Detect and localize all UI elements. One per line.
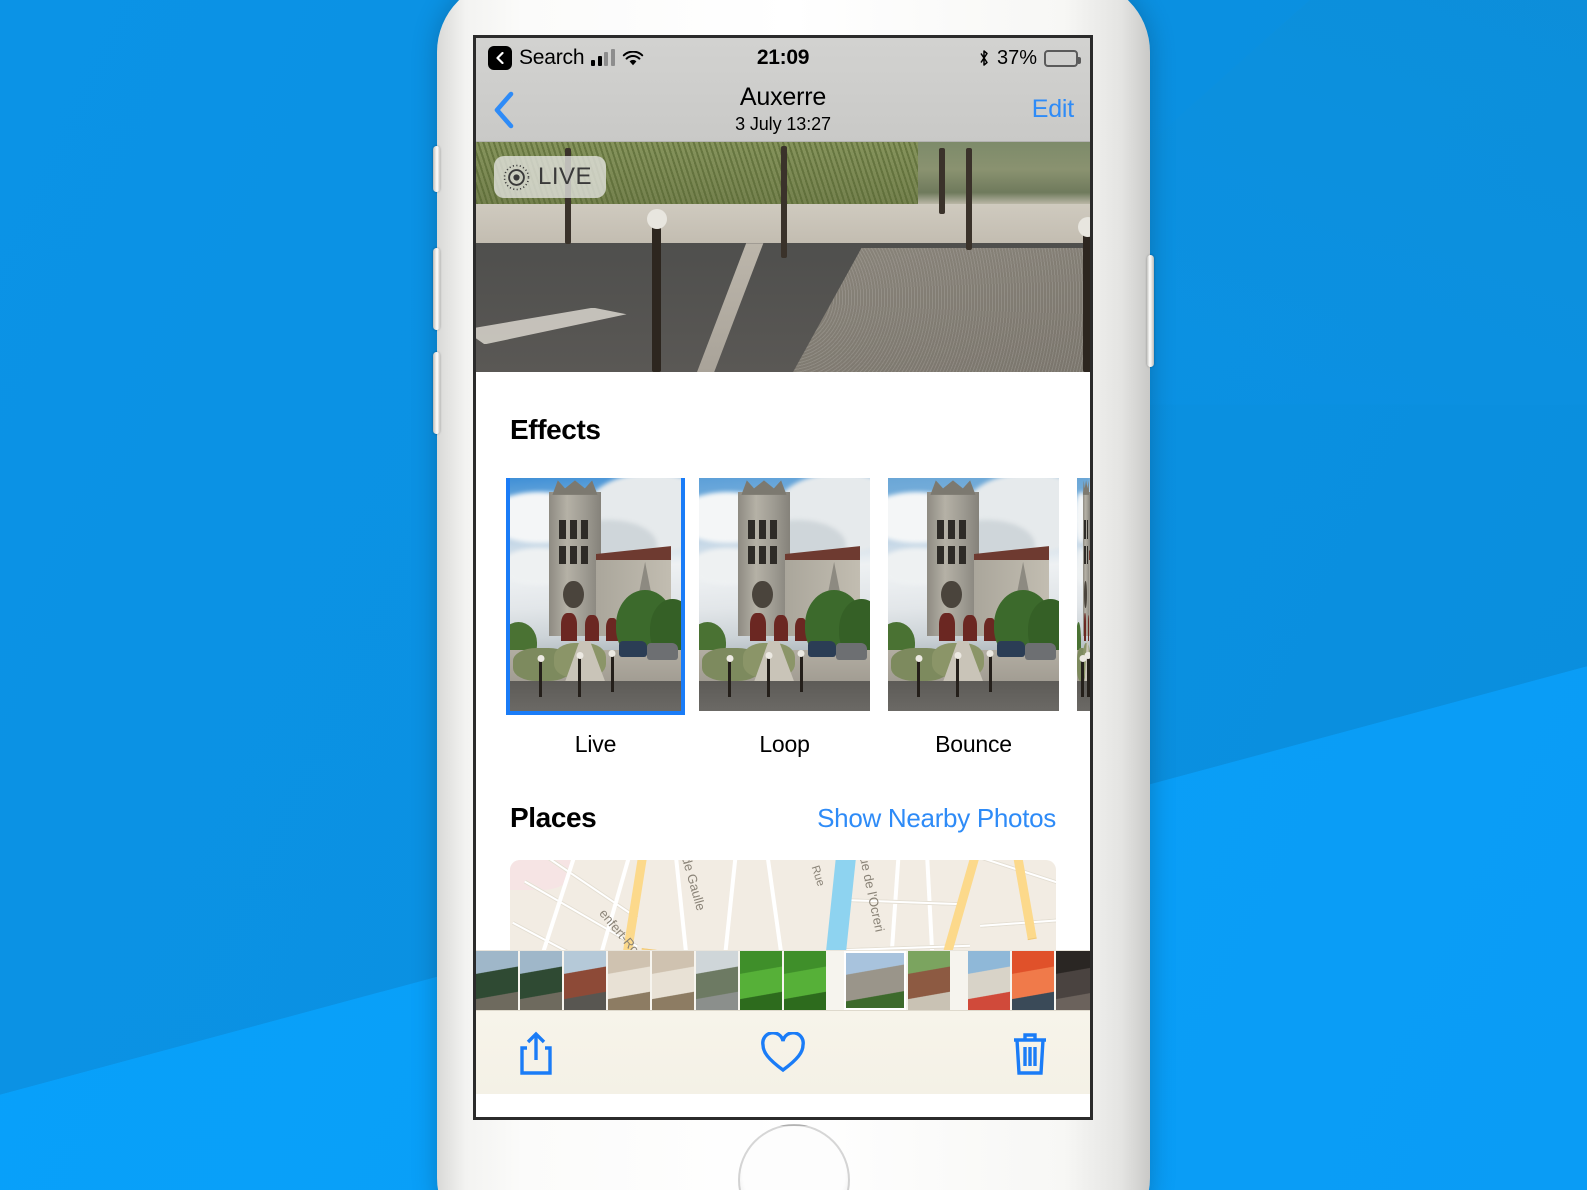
filmstrip-thumbnail[interactable] <box>908 951 950 1010</box>
cellular-signal-icon <box>591 49 615 66</box>
nav-title-group: Auxerre 3 July 13:27 <box>476 84 1090 134</box>
photo-pole-2 <box>781 146 787 258</box>
map-road <box>765 860 783 952</box>
photo-datetime: 3 July 13:27 <box>735 113 831 134</box>
trash-icon <box>1014 1032 1046 1075</box>
effects-section-header: Effects <box>476 372 1090 446</box>
back-button[interactable] <box>492 90 526 130</box>
effect-option-bounce[interactable]: Bounce <box>888 478 1059 758</box>
battery-percent-label: 37% <box>996 46 1037 69</box>
detail-scroll-area[interactable]: Effects Live Loop Bounce Places Show Nea… <box>476 372 1090 1010</box>
filmstrip-thumbnail[interactable] <box>740 951 782 1010</box>
status-bar: Search 21:09 37% <box>476 38 1090 78</box>
effect-thumbnail[interactable] <box>506 478 685 715</box>
live-photo-badge[interactable]: LIVE <box>494 156 607 198</box>
phone-screen: Search 21:09 37% Auxerre 3 July 13:27 Ed… <box>473 35 1093 1120</box>
filmstrip-thumbnail[interactable] <box>844 951 906 1010</box>
places-section-header: Places Show Nearby Photos <box>476 802 1090 834</box>
filmstrip-thumbnail[interactable] <box>784 951 826 1010</box>
map-label-4: Rue de l'Ocreri <box>854 860 888 934</box>
photo-preview[interactable]: LIVE <box>476 142 1090 372</box>
photo-bollard-2 <box>1083 232 1090 372</box>
photo-pole-3 <box>939 148 945 214</box>
filmstrip-gap <box>828 951 842 1010</box>
show-nearby-photos-link[interactable]: Show Nearby Photos <box>817 803 1056 834</box>
share-button[interactable] <box>516 1030 556 1076</box>
filmstrip-thumbnail[interactable] <box>652 951 694 1010</box>
edit-button[interactable]: Edit <box>1032 95 1074 124</box>
navigation-bar: Auxerre 3 July 13:27 Edit <box>476 78 1090 142</box>
map-label-1: de Gaulle <box>678 860 709 913</box>
battery-icon <box>1044 49 1081 67</box>
filmstrip-thumbnail[interactable] <box>968 951 1010 1010</box>
bottom-toolbar <box>476 1010 1090 1094</box>
effect-thumbnail[interactable] <box>1077 478 1090 711</box>
live-photo-label: LIVE <box>538 163 593 190</box>
effects-carousel[interactable]: Live Loop Bounce <box>476 478 1090 758</box>
filmstrip-thumbnail[interactable] <box>564 951 606 1010</box>
effect-thumbnail[interactable] <box>699 478 870 711</box>
favorite-button[interactable] <box>760 1031 806 1074</box>
effect-label: Live <box>574 731 617 757</box>
filmstrip-thumbnail[interactable] <box>1012 951 1054 1010</box>
filmstrip-gap <box>952 951 966 1010</box>
effect-option-partial[interactable] <box>1077 478 1090 758</box>
volume-up-button[interactable] <box>433 248 440 330</box>
bluetooth-icon <box>978 49 990 67</box>
photo-filmstrip[interactable] <box>476 950 1090 1010</box>
filmstrip-thumbnail[interactable] <box>520 951 562 1010</box>
map-road <box>722 860 738 964</box>
effects-heading: Effects <box>510 414 601 445</box>
filmstrip-thumbnail[interactable] <box>476 951 518 1010</box>
effect-thumbnail[interactable] <box>888 478 1059 711</box>
page-title: Auxerre <box>739 83 827 112</box>
back-to-app-icon[interactable] <box>488 46 512 70</box>
filmstrip-thumbnail[interactable] <box>1056 951 1090 1010</box>
effect-option-loop[interactable]: Loop <box>699 478 870 758</box>
effect-option-live[interactable]: Live <box>506 478 685 758</box>
places-heading: Places <box>510 802 597 833</box>
filmstrip-thumbnail[interactable] <box>608 951 650 1010</box>
photo-bollard-1 <box>652 224 661 372</box>
silent-switch[interactable] <box>433 146 440 192</box>
filmstrip-thumbnail[interactable] <box>696 951 738 1010</box>
home-button[interactable] <box>737 1124 850 1190</box>
iphone-device: Search 21:09 37% Auxerre 3 July 13:27 Ed… <box>433 0 1154 1190</box>
power-button[interactable] <box>1147 255 1154 367</box>
photo-pole-4 <box>966 148 972 250</box>
volume-down-button[interactable] <box>433 352 440 434</box>
effect-label: Loop <box>759 731 810 757</box>
map-road <box>839 897 961 907</box>
status-bar-back-label[interactable]: Search <box>519 46 585 70</box>
share-icon <box>520 1031 552 1075</box>
live-photo-icon <box>503 164 530 191</box>
wifi-icon <box>622 50 644 66</box>
status-bar-right: 37% <box>978 46 1081 70</box>
delete-button[interactable] <box>1010 1030 1050 1076</box>
heart-icon <box>761 1031 805 1072</box>
map-road <box>979 916 1056 928</box>
status-bar-left[interactable]: Search <box>488 46 644 70</box>
map-label-3: Rue <box>808 864 827 888</box>
effect-label: Bounce <box>935 731 1012 757</box>
